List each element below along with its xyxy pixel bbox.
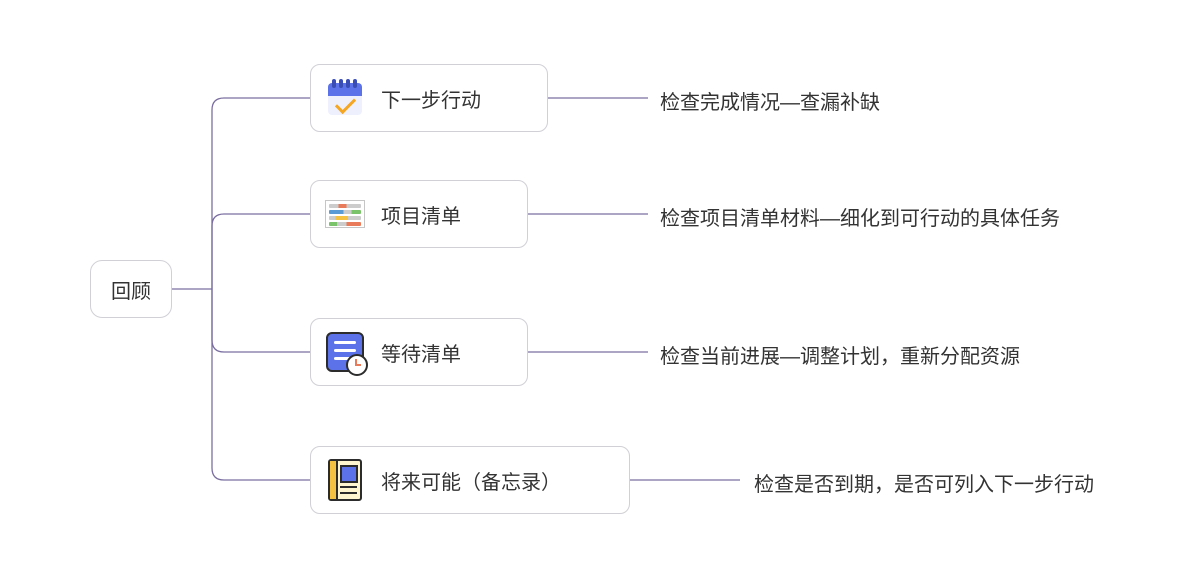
branch-node-next-action[interactable]: 下一步行动 xyxy=(310,64,548,132)
leaf-text-0: 检查完成情况—查漏补缺 xyxy=(660,86,880,115)
branch-connector-1 xyxy=(528,213,648,215)
branch-label: 将来可能（备忘录） xyxy=(381,466,561,495)
branch-connector-3 xyxy=(630,479,740,481)
leaf-text-3: 检查是否到期，是否可列入下一步行动 xyxy=(754,468,1094,497)
calendar-check-icon xyxy=(325,78,365,118)
branch-node-waiting-list[interactable]: 等待清单 xyxy=(310,318,528,386)
waitlist-clock-icon xyxy=(325,332,365,372)
branch-label: 下一步行动 xyxy=(381,84,481,113)
notebook-icon xyxy=(325,460,365,500)
branch-node-someday-maybe[interactable]: 将来可能（备忘录） xyxy=(310,446,630,514)
branch-connector-2 xyxy=(528,351,648,353)
root-node[interactable]: 回顾 xyxy=(90,260,172,318)
root-connector xyxy=(172,60,312,520)
root-label: 回顾 xyxy=(111,275,151,304)
leaf-text-2: 检查当前进展—调整计划，重新分配资源 xyxy=(660,340,1020,369)
branch-label: 项目清单 xyxy=(381,200,461,229)
leaf-text-1: 检查项目清单材料—细化到可行动的具体任务 xyxy=(660,202,1060,231)
spreadsheet-icon xyxy=(325,194,365,234)
branch-connector-0 xyxy=(548,97,648,99)
branch-node-project-list[interactable]: 项目清单 xyxy=(310,180,528,248)
branch-label: 等待清单 xyxy=(381,338,461,367)
